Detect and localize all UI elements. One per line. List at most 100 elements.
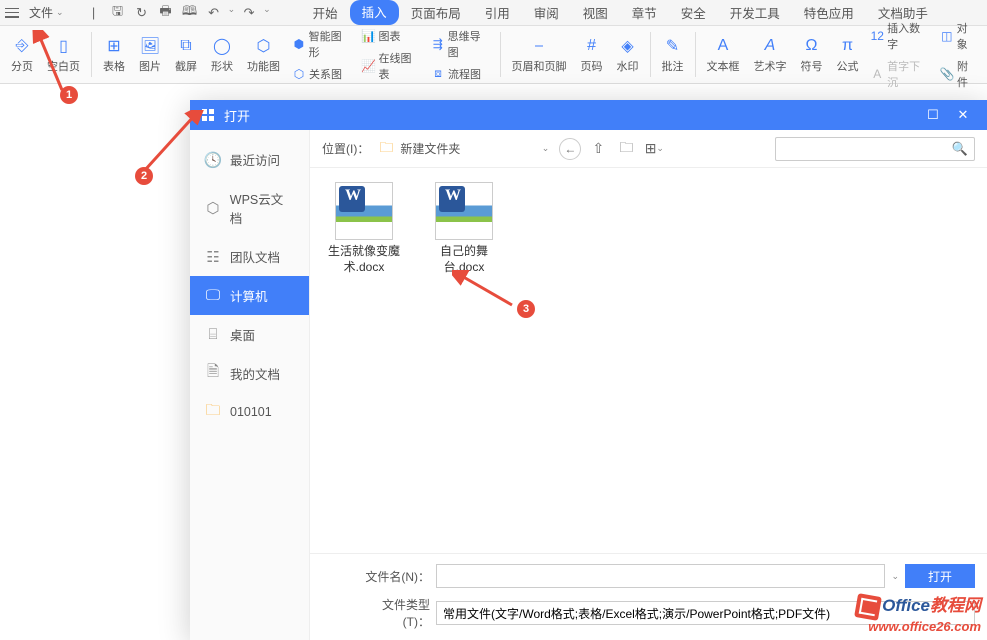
ribbon-chart[interactable]: 📊图表 <box>358 26 426 46</box>
tab-security[interactable]: 安全 <box>669 0 718 25</box>
ribbon-shapes[interactable]: ◯形状 <box>205 34 239 76</box>
qat-sep-icon: | <box>84 4 104 22</box>
sidebar-item-cloud[interactable]: ⬡WPS云文档 <box>190 179 309 237</box>
file-item[interactable]: 自己的舞台.docx <box>424 182 504 275</box>
maximize-button[interactable]: ☐ <box>919 103 947 127</box>
sidebar-item-team[interactable]: ☷团队文档 <box>190 237 309 276</box>
open-dialog: 打开 ☐ ✕ 🕓最近访问 ⬡WPS云文档 ☷团队文档 🖵计算机 ⌸桌面 🗎我的文… <box>190 100 987 640</box>
tab-reference[interactable]: 引用 <box>473 0 522 25</box>
page-number-icon: # <box>582 36 602 56</box>
ribbon: ⎆分页 ▯空白页 ⊞表格 🖼图片 ⧉截屏 ◯形状 ⬡功能图 ⬢智能图形 ⬡关系图… <box>0 26 987 84</box>
ribbon-col-charts: ⬢智能图形 ⬡关系图 <box>288 26 356 84</box>
ribbon-screenshot[interactable]: ⧉截屏 <box>169 34 203 76</box>
watermark-icon: ◈ <box>618 36 638 56</box>
ribbon-symbol[interactable]: Ω符号 <box>794 34 828 76</box>
separator <box>91 32 92 77</box>
watermark-url: www.office26.com <box>856 619 981 634</box>
sidebar-item-folder[interactable]: 🗀010101 <box>190 393 309 431</box>
ribbon-smartgraphic[interactable]: ⬢智能图形 <box>288 26 356 62</box>
hamburger-icon[interactable] <box>5 8 19 18</box>
flowchart-icon: ⧈ <box>431 67 445 81</box>
chevron-down-icon: ⌄ <box>263 4 271 22</box>
print-preview-icon[interactable]: 🕮 <box>180 4 200 22</box>
search-input[interactable] <box>782 142 952 156</box>
print-icon[interactable]: 🖶 <box>156 4 176 22</box>
chevron-down-icon[interactable]: ⌄ <box>891 571 899 582</box>
number-icon: 12 <box>870 29 884 43</box>
mindmap-icon: ⇶ <box>431 37 445 51</box>
smartgraphic-icon: ⬢ <box>292 37 306 51</box>
annotation-badge-1: 1 <box>60 86 78 104</box>
topbar-left: 文件 ⌄ | 🖫 ↻ 🖶 🕮 ↶ ⌄ ↷ ⌄ <box>5 2 271 23</box>
ribbon-table[interactable]: ⊞表格 <box>97 34 131 76</box>
attachment-icon: 📎 <box>940 67 954 81</box>
ribbon-smartart[interactable]: ⬡功能图 <box>241 34 286 76</box>
top-menu-bar: 文件 ⌄ | 🖫 ↻ 🖶 🕮 ↶ ⌄ ↷ ⌄ 开始 插入 页面布局 引用 审阅 … <box>0 0 987 26</box>
new-folder-button[interactable]: 🗀 <box>615 138 637 160</box>
folder-icon: 🗀 <box>379 137 393 161</box>
location-dropdown[interactable]: 🗀 新建文件夹 ⌄ <box>379 137 549 161</box>
ribbon-textbox[interactable]: A文本框 <box>700 34 745 76</box>
ribbon-flowchart[interactable]: ⧈流程图 <box>427 64 495 84</box>
filename-input[interactable] <box>436 564 885 588</box>
tab-dev[interactable]: 开发工具 <box>718 0 792 25</box>
tab-layout[interactable]: 页面布局 <box>399 0 473 25</box>
screenshot-icon: ⧉ <box>176 36 196 56</box>
ribbon-equation[interactable]: π公式 <box>830 34 864 76</box>
tab-feature[interactable]: 特色应用 <box>792 0 866 25</box>
ribbon-picture[interactable]: 🖼图片 <box>133 34 167 76</box>
sidebar-item-desktop[interactable]: ⌸桌面 <box>190 315 309 354</box>
team-icon: ☷ <box>204 248 222 266</box>
separator <box>500 32 501 77</box>
ribbon-online-chart[interactable]: 📈在线图表 <box>358 48 426 84</box>
redo-icon[interactable]: ↷ <box>239 4 259 22</box>
ribbon-col-charts2: 📊图表 📈在线图表 <box>358 26 426 84</box>
ribbon-header-footer[interactable]: ⎯页眉和页脚 <box>506 34 573 76</box>
comment-icon: ✎ <box>663 36 683 56</box>
ribbon-page-number[interactable]: #页码 <box>575 34 609 76</box>
chevron-down-icon: ⌄ <box>228 4 236 22</box>
file-menu[interactable]: 文件 ⌄ <box>23 2 70 23</box>
window-controls: ☐ ✕ <box>919 103 977 127</box>
annotation-arrow-3 <box>452 270 522 310</box>
folder-icon: 🗀 <box>204 403 222 421</box>
cloud-icon: ⬡ <box>204 199 222 217</box>
file-item[interactable]: 生活就像变魔术.docx <box>324 182 404 275</box>
tab-start[interactable]: 开始 <box>301 0 350 25</box>
dialog-toolbar: 位置(I)： 🗀 新建文件夹 ⌄ ← ⇧ 🗀 ⊞⌄ 🔍 <box>310 130 987 168</box>
filetype-label: 文件类型(T)： <box>360 596 430 630</box>
ribbon-object[interactable]: ◫对象 <box>936 18 982 54</box>
undo-icon[interactable]: ↶ <box>204 4 224 22</box>
tab-review[interactable]: 审阅 <box>522 0 571 25</box>
ribbon-mindmap[interactable]: ⇶思维导图 <box>427 26 495 62</box>
ribbon-watermark[interactable]: ◈水印 <box>611 34 645 76</box>
separator <box>650 32 651 77</box>
save-icon[interactable]: 🖫 <box>108 4 128 22</box>
view-button[interactable]: ⊞⌄ <box>643 138 665 160</box>
ribbon-insert-number[interactable]: 12插入数字 <box>866 18 934 54</box>
tab-chapter[interactable]: 章节 <box>620 0 669 25</box>
up-folder-button[interactable]: ⇧ <box>587 138 609 160</box>
back-button[interactable]: ← <box>559 138 581 160</box>
dialog-titlebar: 打开 ☐ ✕ <box>190 100 987 130</box>
refresh-icon[interactable]: ↻ <box>132 4 152 22</box>
filename-row: 文件名(N)： ⌄ 打开 <box>360 564 975 588</box>
tab-insert[interactable]: 插入 <box>350 0 399 25</box>
ribbon-wordart[interactable]: A艺术字 <box>747 34 792 76</box>
ribbon-attachment[interactable]: 📎附件 <box>936 56 982 92</box>
tab-view[interactable]: 视图 <box>571 0 620 25</box>
open-button[interactable]: 打开 <box>905 564 975 588</box>
ribbon-comment[interactable]: ✎批注 <box>656 34 690 76</box>
location-value: 新建文件夹 <box>400 140 460 157</box>
ribbon-dropcap[interactable]: A首字下沉 <box>866 56 934 92</box>
sidebar-item-computer[interactable]: 🖵计算机 <box>190 276 309 315</box>
desktop-icon: ⌸ <box>204 326 222 344</box>
annotation-badge-3: 3 <box>517 300 535 318</box>
ribbon-relation[interactable]: ⬡关系图 <box>288 64 356 84</box>
close-button[interactable]: ✕ <box>949 103 977 127</box>
shapes-icon: ◯ <box>212 36 232 56</box>
docx-icon <box>335 182 393 240</box>
quick-access-toolbar: | 🖫 ↻ 🖶 🕮 ↶ ⌄ ↷ ⌄ <box>84 4 271 22</box>
search-icon[interactable]: 🔍 <box>952 141 968 157</box>
sidebar-item-mydocs[interactable]: 🗎我的文档 <box>190 354 309 393</box>
